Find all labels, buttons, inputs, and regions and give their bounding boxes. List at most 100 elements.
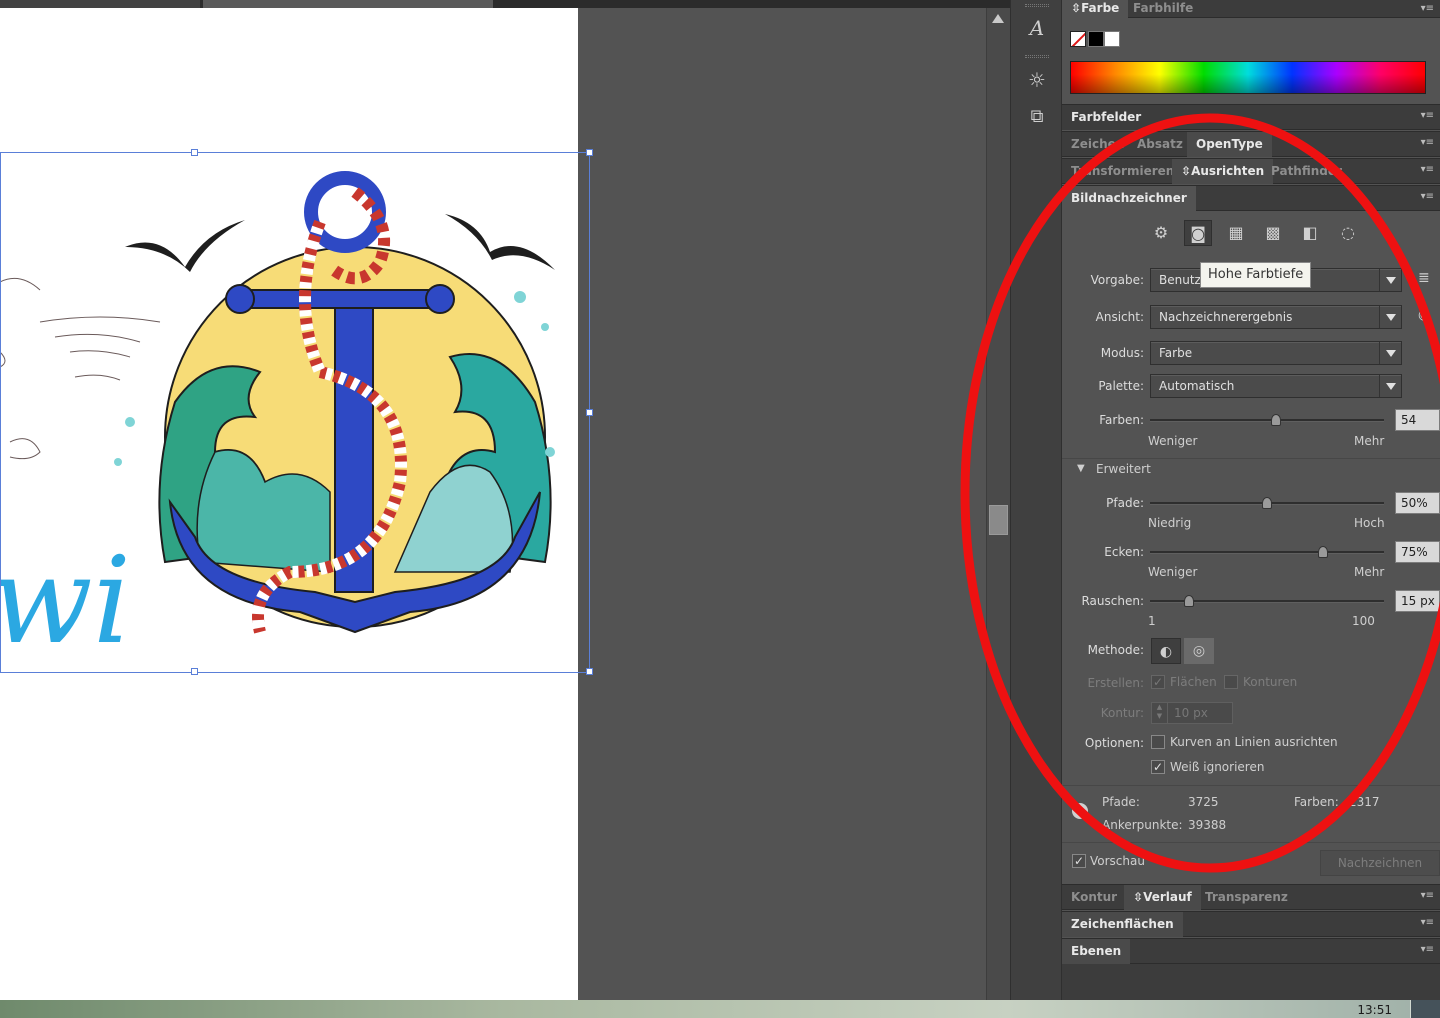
palette-dropdown[interactable]: Automatisch — [1150, 374, 1402, 398]
tab-ebenen[interactable]: Ebenen — [1062, 939, 1131, 964]
dock-grip[interactable] — [1025, 4, 1049, 7]
kurven-option-label: Kurven an Linien ausrichten — [1170, 735, 1338, 749]
outline-icon[interactable]: ◌ — [1334, 220, 1362, 246]
flaechen-label: Flächen — [1170, 675, 1217, 689]
farben-min-label: Weniger — [1148, 434, 1198, 448]
farben-value[interactable]: 54 — [1395, 409, 1440, 431]
white-swatch[interactable] — [1104, 31, 1120, 47]
panel-menu-icon[interactable]: ▾≡ — [1421, 165, 1434, 175]
overlapping-method-icon[interactable]: ◎ — [1184, 638, 1214, 664]
modus-dropdown[interactable]: Farbe — [1150, 341, 1402, 365]
layers-panel-header: Ebenen ▾≡ — [1062, 938, 1440, 964]
low-color-grid-icon[interactable]: ▦ — [1222, 220, 1250, 246]
tab-absatz[interactable]: Absatz — [1128, 132, 1192, 157]
vorgabe-label: Vorgabe: — [1090, 273, 1144, 287]
pfade-slider-thumb[interactable] — [1262, 497, 1272, 509]
ansicht-dropdown[interactable]: Nachzeichnerergebnis — [1150, 305, 1402, 329]
black-swatch[interactable] — [1088, 31, 1104, 47]
chevron-down-icon — [1379, 306, 1401, 328]
vorschau-checkbox[interactable]: ✓ — [1072, 854, 1086, 868]
stroke-gradient-panel-header: Kontur ⇳Verlauf Transparenz ▾≡ — [1062, 884, 1440, 910]
panel-menu-icon[interactable]: ▾≡ — [1421, 918, 1434, 928]
preset-manager-icon[interactable]: ≣ — [1418, 270, 1430, 286]
selection-handle-bottom-right[interactable] — [586, 668, 593, 675]
black-white-icon[interactable]: ◧ — [1296, 220, 1324, 246]
panel-menu-icon[interactable]: ▾≡ — [1421, 891, 1434, 901]
tab-farbe[interactable]: ⇳Farbe — [1062, 0, 1129, 18]
type-panel-header: Zeichen Absatz OpenType ▾≡ — [1062, 131, 1440, 157]
tab-zeichen[interactable]: Zeichen — [1062, 132, 1133, 157]
pfade-value[interactable]: 50% — [1395, 492, 1440, 514]
rauschen-label: Rauschen: — [1081, 594, 1144, 608]
weiss-ignorieren-checkbox[interactable]: ✓ — [1151, 760, 1165, 774]
farben-slider-thumb[interactable] — [1270, 414, 1281, 426]
ecken-value[interactable]: 75% — [1395, 541, 1440, 563]
selection-handle-right[interactable] — [586, 409, 593, 416]
rauschen-slider[interactable] — [1150, 595, 1384, 607]
show-desktop-button[interactable] — [1410, 1000, 1440, 1018]
character-styles-icon[interactable]: A — [1023, 14, 1051, 42]
tab-bildnachzeichner[interactable]: Bildnachzeichner — [1062, 186, 1196, 211]
panel-menu-icon[interactable]: ▾≡ — [1421, 945, 1434, 955]
panel-menu-icon[interactable]: ▾≡ — [1421, 4, 1434, 14]
tab-zeichenflaechen[interactable]: Zeichenflächen — [1062, 912, 1183, 937]
tab-kontur[interactable]: Kontur — [1062, 885, 1126, 910]
image-trace-panel-header: Bildnachzeichner ▾≡ — [1062, 185, 1440, 211]
abutting-method-icon[interactable]: ◐ — [1151, 638, 1181, 664]
document-tab-active[interactable] — [203, 0, 493, 8]
stats-pfade-label: Pfade: — [1102, 795, 1140, 809]
kurven-checkbox[interactable] — [1151, 735, 1165, 749]
farben-slider[interactable] — [1150, 414, 1384, 426]
dock-grip[interactable] — [1025, 55, 1049, 58]
fill-stroke-swatches[interactable] — [1070, 31, 1126, 47]
tab-transformieren[interactable]: Transformieren — [1062, 159, 1183, 184]
flaechen-checkbox[interactable]: ✓ — [1151, 675, 1165, 689]
rauschen-value[interactable]: 15 px — [1395, 590, 1440, 612]
none-swatch[interactable] — [1070, 31, 1086, 47]
pfade-slider[interactable] — [1150, 497, 1384, 509]
tab-verlauf[interactable]: ⇳Verlauf — [1124, 885, 1201, 910]
eye-icon[interactable]: ◉ — [1418, 307, 1430, 323]
chevron-down-icon — [1379, 269, 1401, 291]
kontur-stepper[interactable]: ▲ ▼ 10 px — [1151, 702, 1233, 724]
appearance-sun-icon[interactable]: ☼ — [1023, 66, 1051, 94]
disclosure-triangle-icon[interactable]: ▼ — [1077, 463, 1085, 474]
erweitert-label[interactable]: Erweitert — [1096, 462, 1151, 476]
panel-menu-icon[interactable]: ▾≡ — [1421, 138, 1434, 148]
grayscale-icon[interactable]: ▩ — [1259, 220, 1287, 246]
selection-bounding-box[interactable] — [0, 149, 593, 675]
symbols-icon[interactable]: ⧉ — [1023, 103, 1051, 131]
farben-max-label: Mehr — [1354, 434, 1385, 448]
ecken-min-label: Weniger — [1148, 565, 1198, 579]
stepper-arrows-icon[interactable]: ▲ ▼ — [1152, 703, 1168, 723]
high-color-camera-icon[interactable]: ◙ — [1184, 220, 1212, 246]
ecken-slider-thumb[interactable] — [1318, 546, 1328, 558]
panel-menu-icon[interactable]: ▾≡ — [1421, 192, 1434, 202]
ecken-slider[interactable] — [1150, 546, 1384, 558]
rauschen-slider-thumb[interactable] — [1183, 595, 1194, 607]
tab-opentype[interactable]: OpenType — [1187, 132, 1272, 157]
artboards-panel-header: Zeichenflächen ▾≡ — [1062, 911, 1440, 937]
tab-ausrichten[interactable]: ⇳Ausrichten — [1172, 159, 1274, 184]
tab-farbfelder[interactable]: Farbfelder — [1062, 105, 1151, 130]
stats-pfade-value: 3725 — [1188, 795, 1219, 809]
tab-pathfinder[interactable]: Pathfinder — [1262, 159, 1351, 184]
nachzeichnen-button[interactable]: Nachzeichnen — [1320, 850, 1440, 876]
swatches-panel-header: Farbfelder ▾≡ — [1062, 104, 1440, 130]
tab-farbhilfe[interactable]: Farbhilfe — [1124, 0, 1202, 18]
vertical-scrollbar[interactable] — [986, 8, 1010, 1000]
ansicht-label: Ansicht: — [1095, 310, 1144, 324]
selection-handle-top-right[interactable] — [586, 149, 593, 156]
konturen-checkbox[interactable] — [1224, 675, 1238, 689]
ecken-label: Ecken: — [1104, 545, 1144, 559]
pasteboard — [578, 8, 986, 1000]
color-spectrum-ramp[interactable] — [1070, 61, 1426, 94]
scroll-thumb[interactable] — [989, 505, 1008, 535]
auto-color-icon[interactable]: ⚙ — [1147, 220, 1175, 246]
panel-menu-icon[interactable]: ▾≡ — [1421, 111, 1434, 121]
tab-transparenz[interactable]: Transparenz — [1196, 885, 1297, 910]
selection-handle-bottom[interactable] — [191, 668, 198, 675]
scroll-up-arrow-icon[interactable] — [992, 14, 1004, 23]
selection-handle-top[interactable] — [191, 149, 198, 156]
document-tab[interactable] — [0, 0, 200, 8]
